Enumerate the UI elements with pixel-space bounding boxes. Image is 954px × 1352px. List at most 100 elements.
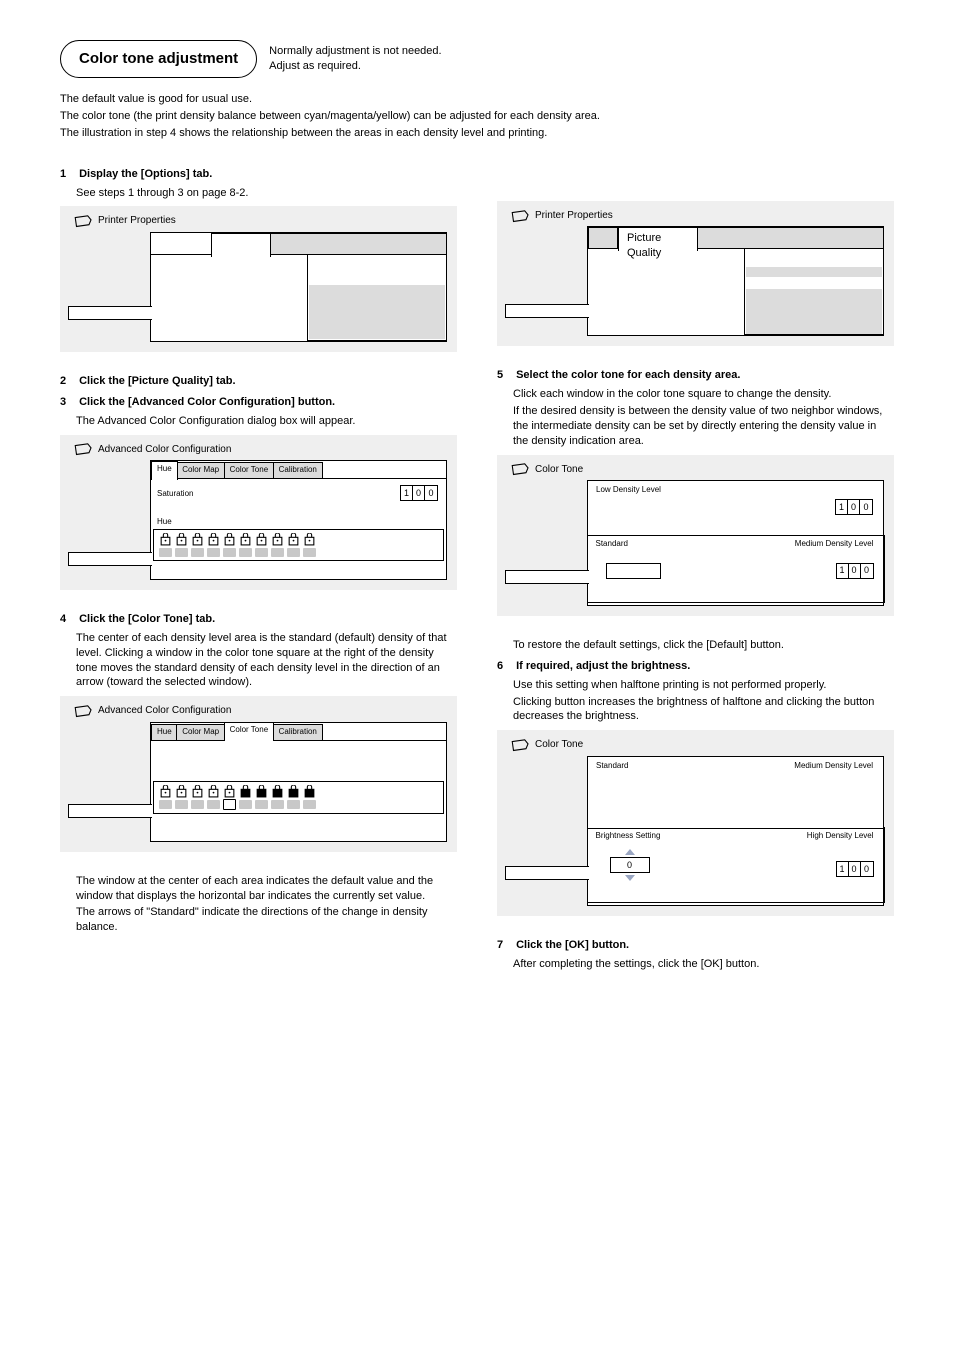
saturation-value[interactable]: 100 [400, 485, 438, 501]
tone-icon-open[interactable] [175, 785, 188, 798]
tone-icon-open[interactable] [223, 785, 236, 798]
step-number: 4 [60, 612, 76, 627]
tab-options-inactive[interactable] [588, 227, 618, 248]
hue-icon[interactable] [223, 533, 236, 546]
hue-icon[interactable] [207, 533, 220, 546]
tab-hue[interactable]: Hue [151, 724, 178, 740]
pointer-arm [505, 570, 589, 584]
hue-selector[interactable] [153, 529, 444, 561]
tag-icon [73, 704, 92, 718]
step-title: Display the [Options] tab. [79, 168, 212, 180]
continued-p1: The window at the center of each area in… [76, 874, 457, 904]
tone-selector[interactable] [153, 781, 444, 814]
tag-icon [510, 738, 529, 752]
panel-caption-text: Advanced Color Configuration [98, 704, 231, 718]
step-body: The center of each density level area is… [76, 631, 457, 690]
step-number: 6 [497, 659, 513, 674]
hue-icon[interactable] [287, 533, 300, 546]
step-number: 7 [497, 938, 513, 953]
pointer-arm [505, 304, 589, 318]
tab-color-map[interactable]: Color Map [176, 462, 225, 478]
step-title: Click the [Advanced Color Configuration]… [79, 396, 335, 408]
hue-icon[interactable] [191, 533, 204, 546]
tab[interactable] [211, 233, 271, 257]
tone-swatch[interactable] [303, 800, 316, 809]
hue-icon[interactable] [271, 533, 284, 546]
tone-icon-open[interactable] [191, 785, 204, 798]
hue-swatch[interactable] [239, 548, 252, 557]
step-number: 3 [60, 395, 76, 410]
intro-p1: The default value is good for usual use. [60, 92, 894, 107]
tone-swatch[interactable] [287, 800, 300, 809]
standard-field[interactable] [606, 563, 661, 579]
tab-color-map[interactable]: Color Map [176, 724, 225, 740]
tone-swatch[interactable] [191, 800, 204, 809]
hue-swatch[interactable] [207, 548, 220, 557]
hue-swatch[interactable] [191, 548, 204, 557]
hue-label: Hue [157, 517, 172, 528]
standard-label: Standard [596, 761, 628, 772]
section-title-note: Normally adjustment is not needed. Adjus… [269, 44, 441, 74]
left-column: 1 Display the [Options] tab. See steps 1… [60, 161, 457, 978]
panel-caption-text: Printer Properties [535, 209, 613, 223]
tab-calibration[interactable]: Calibration [273, 462, 323, 478]
tone-icon-locked[interactable] [271, 785, 284, 798]
standard-label: Standard [596, 539, 628, 550]
step-number: 5 [497, 368, 513, 383]
hue-swatch[interactable] [175, 548, 188, 557]
hue-icon[interactable] [175, 533, 188, 546]
hue-icon[interactable] [159, 533, 172, 546]
tone-swatch[interactable] [239, 800, 252, 809]
tone-icon-locked[interactable] [255, 785, 268, 798]
step-title: Click the [Picture Quality] tab. [79, 375, 235, 387]
panel-caption-text: Printer Properties [98, 214, 176, 228]
tone-swatch[interactable] [255, 800, 268, 809]
arrow-up-icon[interactable] [625, 849, 635, 855]
tag-icon [73, 214, 92, 228]
tone-icon-open[interactable] [207, 785, 220, 798]
step-body: Click each window in the color tone squa… [513, 387, 894, 402]
arrow-down-icon[interactable] [625, 875, 635, 881]
step-body: See steps 1 through 3 on page 8-2. [76, 186, 457, 201]
tone-icon-locked[interactable] [239, 785, 252, 798]
step5-note: To restore the default settings, click t… [513, 638, 894, 653]
tag-icon [510, 208, 529, 222]
brightness-spinner[interactable]: 0 [610, 849, 650, 881]
hue-swatch[interactable] [255, 548, 268, 557]
hue-swatch[interactable] [287, 548, 300, 557]
step-number: 2 [60, 374, 76, 389]
step-title: Click the [Color Tone] tab. [79, 613, 215, 625]
tab-hue[interactable]: Hue [151, 461, 178, 480]
panel-caption-text: Color Tone [535, 463, 583, 477]
hue-swatch[interactable] [159, 548, 172, 557]
tone-swatch[interactable] [159, 800, 172, 809]
hue-icon[interactable] [303, 533, 316, 546]
screenshot-panel: Color Tone Standard Medium Density Level… [497, 730, 894, 916]
low-density-value[interactable]: 100 [835, 499, 873, 515]
tab-picture-quality[interactable]: Picture Quality [618, 227, 698, 251]
tone-icon-open[interactable] [159, 785, 172, 798]
tone-icon-locked[interactable] [287, 785, 300, 798]
brightness-label: Brightness Setting [596, 831, 661, 842]
hue-icon[interactable] [255, 533, 268, 546]
low-density-label: Low Density Level [596, 485, 661, 496]
tone-swatch-selected[interactable] [223, 799, 236, 810]
high-density-value[interactable]: 100 [836, 861, 874, 877]
tone-swatch[interactable] [271, 800, 284, 809]
tone-swatch[interactable] [207, 800, 220, 809]
tab-color-tone[interactable]: Color Tone [224, 462, 275, 478]
hue-swatch[interactable] [223, 548, 236, 557]
hue-swatch[interactable] [303, 548, 316, 557]
right-column: Printer Properties Picture Quality [497, 161, 894, 978]
tab-color-tone[interactable]: Color Tone [224, 722, 275, 741]
tab-calibration[interactable]: Calibration [273, 724, 323, 740]
tone-icon-locked[interactable] [303, 785, 316, 798]
step-number: 1 [60, 167, 76, 182]
hue-swatch[interactable] [271, 548, 284, 557]
med-density-value[interactable]: 100 [836, 563, 874, 579]
hue-icon[interactable] [239, 533, 252, 546]
intro-paragraphs: The default value is good for usual use.… [60, 92, 894, 141]
step-title: Select the color tone for each density a… [516, 369, 740, 381]
tone-swatch[interactable] [175, 800, 188, 809]
brightness-value[interactable]: 0 [610, 857, 650, 873]
